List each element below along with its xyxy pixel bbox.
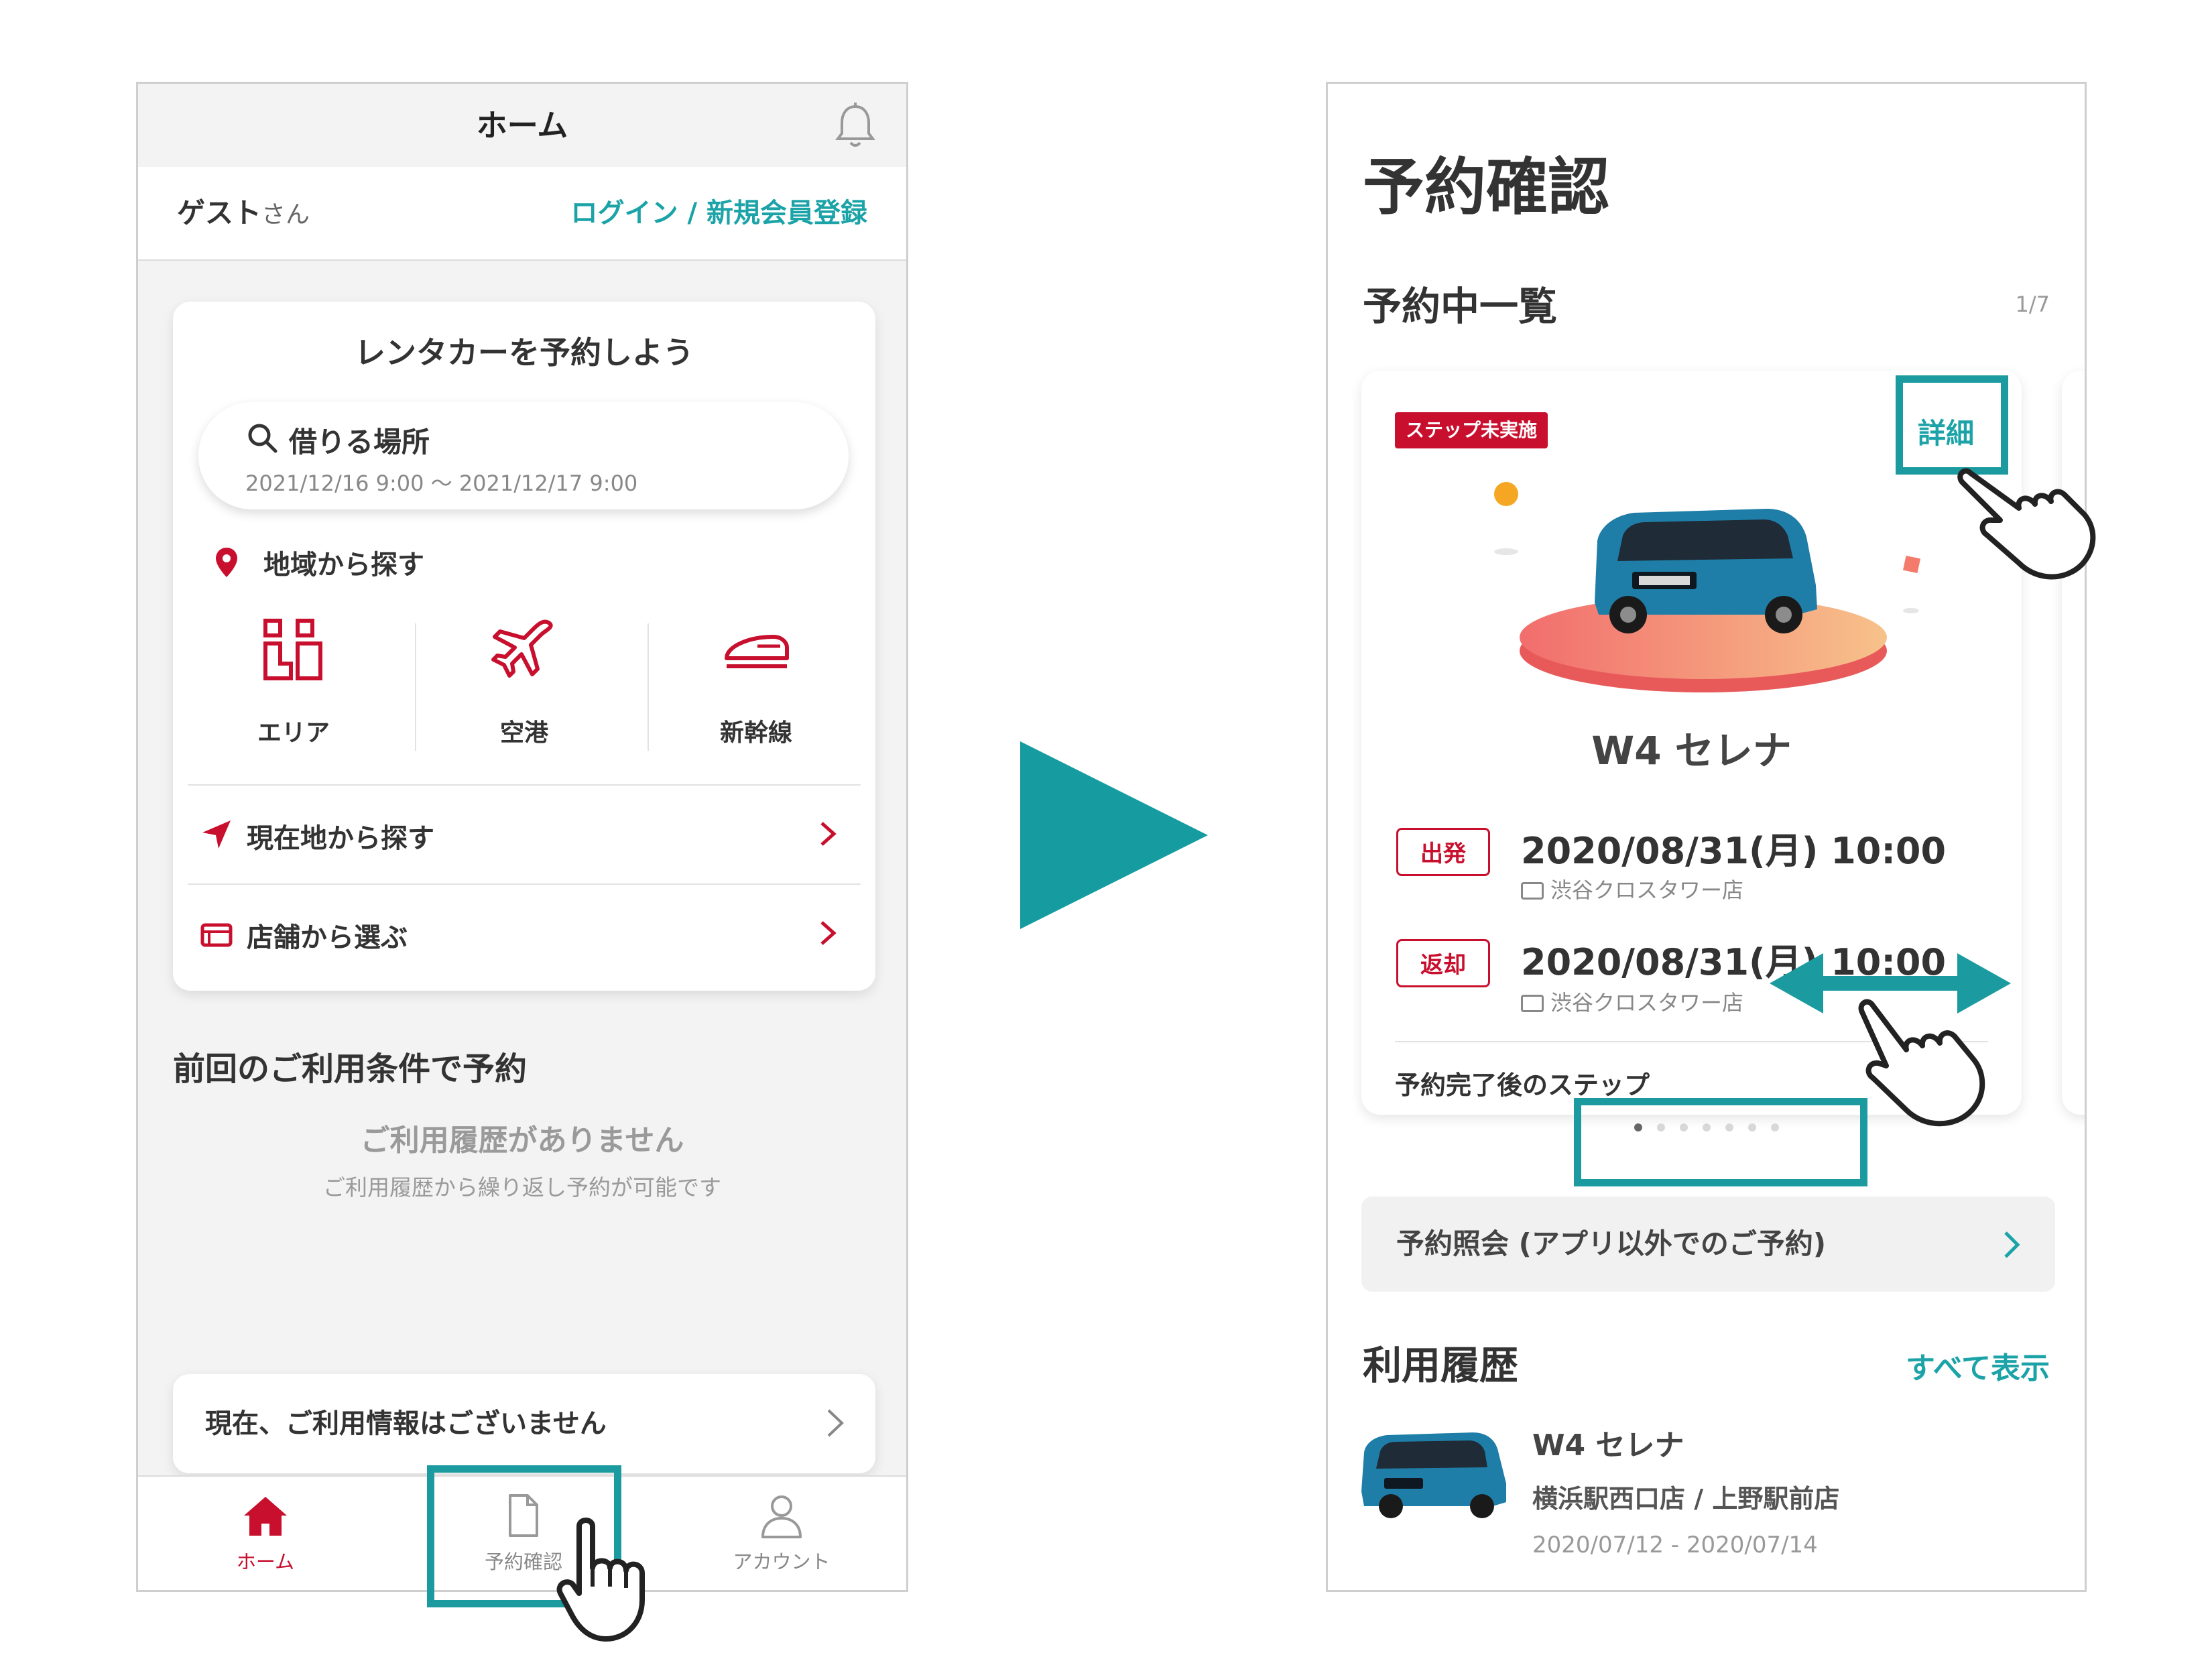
- tab-account-label: アカウント: [733, 1550, 831, 1573]
- search-icon: [248, 424, 278, 453]
- no-history-message: ご利用履歴がありません: [360, 1123, 684, 1158]
- carousel-pager: 1/7: [2015, 292, 2050, 317]
- status-badge: ステップ未実施: [1395, 412, 1548, 448]
- category-shinkansen-label: 新幹線: [719, 719, 792, 747]
- guest-name: ゲスト: [177, 196, 262, 229]
- chevron-right-icon: [820, 921, 837, 945]
- bell-icon[interactable]: [828, 99, 882, 152]
- region-search-label: 地域から探す: [263, 550, 424, 580]
- select-shop-row[interactable]: 店舗から選ぶ: [173, 885, 875, 983]
- departure-shop-name: 渋谷クロスタワー店: [1550, 877, 1744, 903]
- tab-account[interactable]: アカウント: [654, 1477, 906, 1590]
- previous-conditions-title: 前回のご利用条件で予約: [173, 1050, 528, 1088]
- home-screen: ホーム ゲストさん ログイン / 新規会員登録 レンタカーを予約しよう 借りる場…: [136, 82, 908, 1592]
- select-shop-label: 店舗から選ぶ: [247, 922, 408, 953]
- departure-tag: 出発: [1396, 828, 1490, 876]
- chevron-right-icon: [2004, 1231, 2020, 1258]
- history-shops: 横浜駅西口店 / 上野駅前店: [1532, 1484, 1840, 1514]
- reservation-screen: 予約確認 予約中一覧 1/7 ステップ未実施 詳細 W4 セレナ 出発 2020…: [1326, 82, 2087, 1592]
- return-shop: 渋谷クロスタワー店: [1521, 986, 1743, 1017]
- no-history-subtext: ご利用履歴から繰り返し予約が可能です: [323, 1174, 721, 1201]
- reservation-list-title: 予約中一覧: [1363, 284, 1558, 329]
- search-label: 借りる場所: [289, 426, 430, 458]
- car-name: W4 セレナ: [1591, 728, 1792, 774]
- history-car-name: W4 セレナ: [1532, 1428, 1684, 1463]
- tab-home[interactable]: ホーム: [138, 1477, 393, 1590]
- pointing-hand-icon: [1957, 468, 2096, 580]
- guest-greeting: ゲストさん: [177, 167, 310, 259]
- return-shop-name: 渋谷クロスタワー店: [1550, 990, 1744, 1016]
- category-airport-label: 空港: [499, 719, 548, 747]
- shop-icon: [1521, 882, 1544, 900]
- booking-card-title: レンタカーを予約しよう: [355, 334, 694, 371]
- page-title: 予約確認: [1363, 151, 1610, 223]
- booking-card: レンタカーを予約しよう 借りる場所 2021/12/16 9:00 〜 2021…: [173, 302, 875, 991]
- reservation-inquiry-row[interactable]: 予約照会 (アプリ以外でのご予約): [1361, 1196, 2055, 1292]
- pointing-hand-icon: [556, 1518, 645, 1642]
- reservation-inquiry-label: 予約照会 (アプリ以外でのご予約): [1396, 1227, 1827, 1260]
- tab-home-label: ホーム: [236, 1550, 295, 1573]
- departure-shop: 渋谷クロスタワー店: [1521, 873, 1743, 904]
- dots-highlight-box: [1574, 1098, 1867, 1186]
- search-dates: 2021/12/16 9:00 〜 2021/12/17 9:00: [245, 471, 638, 496]
- usage-history-title: 利用履歴: [1363, 1343, 1519, 1388]
- show-all-link[interactable]: すべて表示: [1906, 1344, 2050, 1387]
- category-shinkansen-button[interactable]: 新幹線: [642, 617, 870, 757]
- pointing-hand-icon: [1858, 999, 1985, 1127]
- category-area-button[interactable]: エリア: [180, 617, 408, 757]
- area-icon: [263, 619, 322, 680]
- category-airport-button[interactable]: 空港: [410, 617, 638, 757]
- chevron-right-icon: [827, 1409, 844, 1437]
- airplane-icon: [491, 619, 553, 678]
- login-register-link[interactable]: ログイン / 新規会員登録: [571, 167, 867, 259]
- category-area-label: エリア: [257, 719, 330, 747]
- next-steps-label: 予約完了後のステップ: [1395, 1070, 1650, 1100]
- next-step-arrow-icon: [1020, 741, 1208, 929]
- guest-honorific: さん: [261, 201, 310, 229]
- usage-info-label: 現在、ご利用情報はございません: [205, 1408, 607, 1439]
- location-search-button[interactable]: 借りる場所 2021/12/16 9:00 〜 2021/12/17 9:00: [198, 402, 849, 509]
- detail-highlight-box: [1896, 375, 2008, 475]
- return-tag: 返却: [1396, 939, 1490, 987]
- current-location-row[interactable]: 現在地から探す: [173, 786, 875, 883]
- shop-icon: [1521, 995, 1544, 1012]
- page-title: ホーム: [476, 107, 568, 143]
- car-illustration: [1494, 482, 1921, 692]
- current-location-label: 現在地から探す: [247, 823, 434, 854]
- history-dates: 2020/07/12 - 2020/07/14: [1532, 1532, 1818, 1558]
- shop-icon: [200, 923, 233, 947]
- usage-info-card[interactable]: 現在、ご利用情報はございません: [173, 1374, 875, 1473]
- location-arrow-icon: [202, 820, 231, 849]
- person-icon: [761, 1495, 802, 1538]
- car-thumbnail: [1361, 1432, 1506, 1518]
- guest-bar: ゲストさん ログイン / 新規会員登録: [138, 167, 906, 261]
- bullet-train-icon: [725, 635, 789, 668]
- departure-datetime: 2020/08/31(月) 10:00: [1521, 830, 1947, 872]
- chevron-right-icon: [820, 822, 837, 846]
- home-icon: [244, 1497, 287, 1536]
- map-pin-icon: [216, 548, 237, 577]
